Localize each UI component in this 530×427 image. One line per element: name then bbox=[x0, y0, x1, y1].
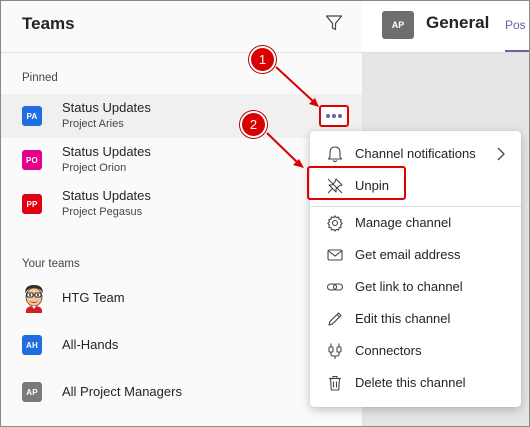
pencil-icon bbox=[328, 312, 342, 326]
menu-item-manage-channel[interactable]: Manage channel bbox=[310, 208, 521, 238]
sidebar-title: Teams bbox=[22, 14, 75, 33]
channel-header: AP General Pos bbox=[362, 1, 529, 53]
menu-item-label: Get email address bbox=[355, 247, 461, 262]
team-item-all-hands[interactable]: AH All-Hands bbox=[1, 323, 362, 367]
unpin-highlight-box bbox=[307, 166, 406, 200]
team-item-all-project-managers[interactable]: AP All Project Managers bbox=[1, 371, 362, 415]
channel-team: Project Aries bbox=[62, 118, 124, 130]
channel-title: Status Updates bbox=[62, 100, 151, 115]
teams-window: Teams Pinned PA Status Updates Project A… bbox=[0, 0, 530, 427]
more-dot bbox=[332, 114, 336, 118]
menu-item-delete-this-channel[interactable]: Delete this channel bbox=[310, 368, 521, 398]
menu-item-label: Manage channel bbox=[355, 215, 452, 230]
channel-tile-pa: PA bbox=[22, 106, 42, 126]
channel-title: General bbox=[426, 13, 490, 32]
more-options-button[interactable] bbox=[319, 105, 349, 127]
teams-sidebar: Teams Pinned PA Status Updates Project A… bbox=[1, 1, 362, 426]
mail-icon bbox=[327, 249, 343, 261]
channel-title: Status Updates bbox=[62, 188, 151, 203]
menu-item-channel-notifications[interactable]: Channel notifications bbox=[310, 139, 521, 169]
pinned-channel-aries[interactable]: PA Status Updates Project Aries bbox=[1, 94, 362, 138]
your-teams-section-label: Your teams bbox=[22, 258, 80, 270]
team-item-htg[interactable]: HTG Team bbox=[1, 276, 362, 320]
more-dot bbox=[326, 114, 330, 118]
channel-avatar: AP bbox=[382, 11, 414, 39]
channel-team: Project Orion bbox=[62, 162, 127, 174]
cartoon-avatar bbox=[25, 285, 43, 313]
menu-item-label: Connectors bbox=[355, 343, 422, 358]
channel-tile-po: PO bbox=[22, 150, 42, 170]
menu-item-label: Get link to channel bbox=[355, 279, 463, 294]
channel-context-menu: Channel notifications Unpin Manage chann… bbox=[307, 131, 521, 407]
menu-item-label: Delete this channel bbox=[355, 375, 466, 390]
more-dot bbox=[338, 114, 342, 118]
team-tile-ah: AH bbox=[22, 335, 42, 355]
gear-icon bbox=[327, 215, 343, 232]
team-name: All-Hands bbox=[62, 337, 119, 352]
team-tile-ap: AP bbox=[22, 382, 42, 402]
menu-divider bbox=[310, 206, 521, 207]
menu-item-label: Channel notifications bbox=[355, 146, 476, 161]
team-name: HTG Team bbox=[62, 290, 125, 305]
pinned-section-label: Pinned bbox=[22, 72, 58, 84]
callout-badge-1: 1 bbox=[249, 46, 276, 73]
connectors-icon bbox=[328, 343, 342, 359]
trash-icon bbox=[329, 375, 341, 391]
sidebar-header: Teams bbox=[1, 1, 362, 53]
channel-team: Project Pegasus bbox=[62, 206, 143, 218]
menu-item-connectors[interactable]: Connectors bbox=[310, 336, 521, 366]
channel-tile-pp: PP bbox=[22, 194, 42, 214]
tab-posts[interactable]: Pos bbox=[505, 18, 526, 32]
menu-item-get-link-to-channel[interactable]: Get link to channel bbox=[310, 272, 521, 302]
menu-item-label: Edit this channel bbox=[355, 311, 451, 326]
active-tab-indicator bbox=[505, 50, 529, 52]
channel-title: Status Updates bbox=[62, 144, 151, 159]
team-name: All Project Managers bbox=[62, 384, 182, 399]
link-icon bbox=[326, 283, 344, 291]
filter-icon[interactable] bbox=[325, 14, 343, 32]
bell-icon bbox=[327, 146, 343, 163]
menu-item-get-email-address[interactable]: Get email address bbox=[310, 240, 521, 270]
menu-item-edit-this-channel[interactable]: Edit this channel bbox=[310, 304, 521, 334]
callout-badge-2: 2 bbox=[240, 111, 267, 138]
chevron-right-icon bbox=[497, 147, 505, 161]
